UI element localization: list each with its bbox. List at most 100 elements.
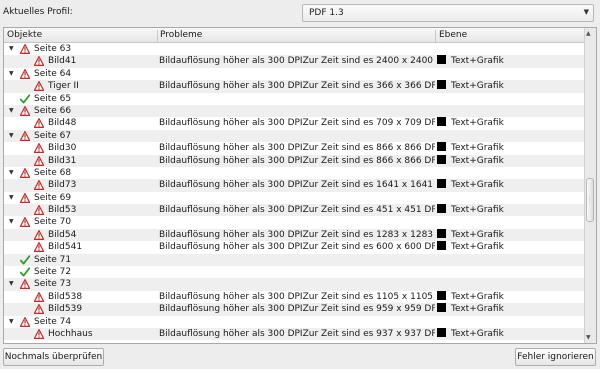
column-header-problems[interactable]: Probleme	[157, 30, 436, 42]
column-header-objects[interactable]: Objekte	[4, 30, 158, 42]
expand-triangle-icon[interactable]: ▼	[9, 130, 14, 142]
warning-triangle-icon	[34, 81, 44, 92]
problem-cell: Bildauflösung höher als 300 DPIZur Zeit …	[159, 304, 435, 315]
objects-cell: Bild541	[4, 241, 156, 253]
objects-cell: ▼ Seite 70	[4, 216, 156, 228]
tree-row-page[interactable]: Seite 65	[4, 93, 586, 105]
objects-cell: Bild31	[4, 155, 156, 167]
object-label: Bild54	[48, 229, 77, 240]
object-label: Hochhaus	[48, 328, 93, 339]
object-label: Seite 74	[34, 316, 72, 327]
warning-triangle-icon	[20, 217, 30, 228]
objects-cell: ▼ Seite 67	[4, 130, 156, 142]
expand-triangle-icon[interactable]: ▼	[9, 216, 14, 228]
object-label: Seite 65	[34, 93, 72, 104]
layer-color-swatch	[437, 290, 446, 300]
problem-cell: Bildauflösung höher als 300 DPIZur Zeit …	[159, 291, 435, 302]
objects-cell: ▼ Seite 68	[4, 167, 156, 179]
object-label: Seite 64	[34, 68, 72, 79]
expand-triangle-icon[interactable]: ▼	[9, 167, 14, 179]
expand-triangle-icon[interactable]: ▼	[9, 43, 14, 55]
layer-cell: Text+Grafik	[437, 80, 585, 92]
tree-row-object[interactable]: Bild539 Bildauflösung höher als 300 DPIZu…	[4, 303, 586, 316]
warning-triangle-icon	[34, 155, 44, 166]
expand-triangle-icon[interactable]: ▼	[9, 105, 14, 117]
objects-cell: ▼ Seite 74	[4, 316, 156, 328]
layer-cell: Text+Grafik	[437, 204, 585, 216]
layer-name: Text+Grafik	[451, 155, 504, 166]
object-label: Tiger II	[48, 81, 79, 92]
object-label: Seite 70	[34, 217, 72, 228]
problem-cell: Bildauflösung höher als 300 DPIZur Zeit …	[159, 143, 435, 154]
layer-name: Text+Grafik	[451, 180, 504, 191]
tree-row-page[interactable]: ▼ Seite 74	[4, 316, 586, 328]
tree-row-object[interactable]: Bild541 Bildauflösung höher als 300 DPIZu…	[4, 241, 586, 253]
objects-cell: Hochhaus	[4, 328, 156, 340]
tree-row-object[interactable]: Bild30 Bildauflösung höher als 300 DPIZur…	[4, 142, 586, 154]
problems-tree[interactable]: Objekte Probleme Ebene ▼ Seite 63 Bild41 Bi…	[3, 27, 597, 344]
checkmark-icon	[20, 254, 30, 265]
layer-cell: Text+Grafik	[437, 142, 585, 154]
scroll-up-arrow-icon[interactable]: ▲	[586, 30, 591, 37]
ignore-errors-button[interactable]: Fehler ignorieren	[515, 348, 596, 366]
layer-cell: Text+Grafik	[437, 241, 585, 253]
object-label: Seite 68	[34, 167, 72, 178]
tree-row-page[interactable]: Seite 72	[4, 266, 586, 278]
expand-triangle-icon[interactable]: ▼	[9, 68, 14, 80]
profile-select[interactable]: PDF 1.3 ▼	[302, 4, 594, 22]
tree-row-object[interactable]: Bild48 Bildauflösung höher als 300 DPIZur…	[4, 117, 586, 129]
tree-row-page[interactable]: ▼ Seite 68	[4, 167, 586, 179]
warning-triangle-icon	[34, 205, 44, 216]
objects-cell: Bild41	[4, 55, 156, 67]
column-header-layer[interactable]: Ebene	[436, 30, 584, 42]
objects-cell: Bild73	[4, 179, 156, 191]
tree-row-object[interactable]: Bild31 Bildauflösung höher als 300 DPIZur…	[4, 154, 586, 167]
scrollbar-thumb[interactable]: · · ·	[586, 178, 594, 222]
expand-triangle-icon[interactable]: ▼	[9, 278, 14, 290]
tree-row-object[interactable]: Bild538 Bildauflösung höher als 300 DPIZu…	[4, 290, 586, 303]
expand-triangle-icon[interactable]: ▼	[9, 192, 14, 204]
layer-name: Text+Grafik	[451, 118, 504, 129]
object-label: Bild73	[48, 180, 77, 191]
objects-cell: Bild30	[4, 142, 156, 154]
object-label: Seite 66	[34, 105, 72, 116]
warning-triangle-icon	[20, 44, 30, 54]
layer-name: Text+Grafik	[451, 205, 504, 216]
tree-row-object[interactable]: Bild73 Bildauflösung höher als 300 DPIZur…	[4, 179, 586, 192]
vertical-scrollbar[interactable]: ▲ · · · ▼	[584, 28, 596, 343]
objects-cell: Seite 72	[4, 266, 156, 278]
tree-row-page[interactable]: ▼ Seite 70	[4, 216, 586, 228]
tree-row-page[interactable]: ▼ Seite 69	[4, 192, 586, 204]
tree-row-object[interactable]: Bild53 Bildauflösung höher als 300 DPIZur…	[4, 204, 586, 217]
warning-triangle-icon	[20, 279, 30, 290]
warning-triangle-icon	[34, 56, 44, 67]
tree-row-object[interactable]: Bild41 Bildauflösung höher als 300 DPIZur…	[4, 55, 586, 68]
tree-row-page[interactable]: ▼ Seite 63	[4, 43, 586, 55]
problem-cell: Bildauflösung höher als 300 DPIZur Zeit …	[159, 81, 435, 92]
layer-cell: Text+Grafik	[437, 303, 585, 315]
tree-row-page[interactable]: ▼ Seite 67	[4, 129, 586, 143]
scroll-down-arrow-icon[interactable]: ▼	[586, 334, 591, 341]
tree-row-page[interactable]: ▼ Seite 66	[4, 104, 586, 118]
tree-rows: ▼ Seite 63 Bild41 Bildauflösung höher als 3…	[4, 43, 586, 341]
layer-color-swatch	[437, 117, 446, 127]
tree-row-object[interactable]: Hochhaus Bildauflösung höher als 300 DPIZ…	[4, 327, 586, 341]
layer-color-swatch	[437, 80, 446, 90]
layer-name: Text+Grafik	[451, 328, 504, 339]
tree-row-page[interactable]: ▼ Seite 73	[4, 278, 586, 291]
tree-row-page[interactable]: ▼ Seite 64	[4, 68, 586, 80]
objects-cell: ▼ Seite 64	[4, 68, 156, 80]
object-label: Seite 63	[34, 44, 72, 54]
warning-triangle-icon	[34, 328, 44, 339]
tree-row-object[interactable]: Tiger II Bildauflösung höher als 300 DPIZ…	[4, 80, 586, 93]
warning-triangle-icon	[34, 304, 44, 315]
warning-triangle-icon	[34, 291, 44, 302]
problem-cell: Bildauflösung höher als 300 DPIZur Zeit …	[159, 242, 435, 253]
tree-row-object[interactable]: Bild54 Bildauflösung höher als 300 DPIZur…	[4, 228, 586, 242]
expand-triangle-icon[interactable]: ▼	[9, 316, 14, 328]
objects-cell: Bild539	[4, 303, 156, 315]
layer-cell: Text+Grafik	[437, 117, 585, 129]
recheck-button[interactable]: Nochmals überprüfen	[3, 348, 104, 366]
layer-cell: Text+Grafik	[437, 290, 585, 303]
tree-row-page[interactable]: Seite 71	[4, 253, 586, 267]
